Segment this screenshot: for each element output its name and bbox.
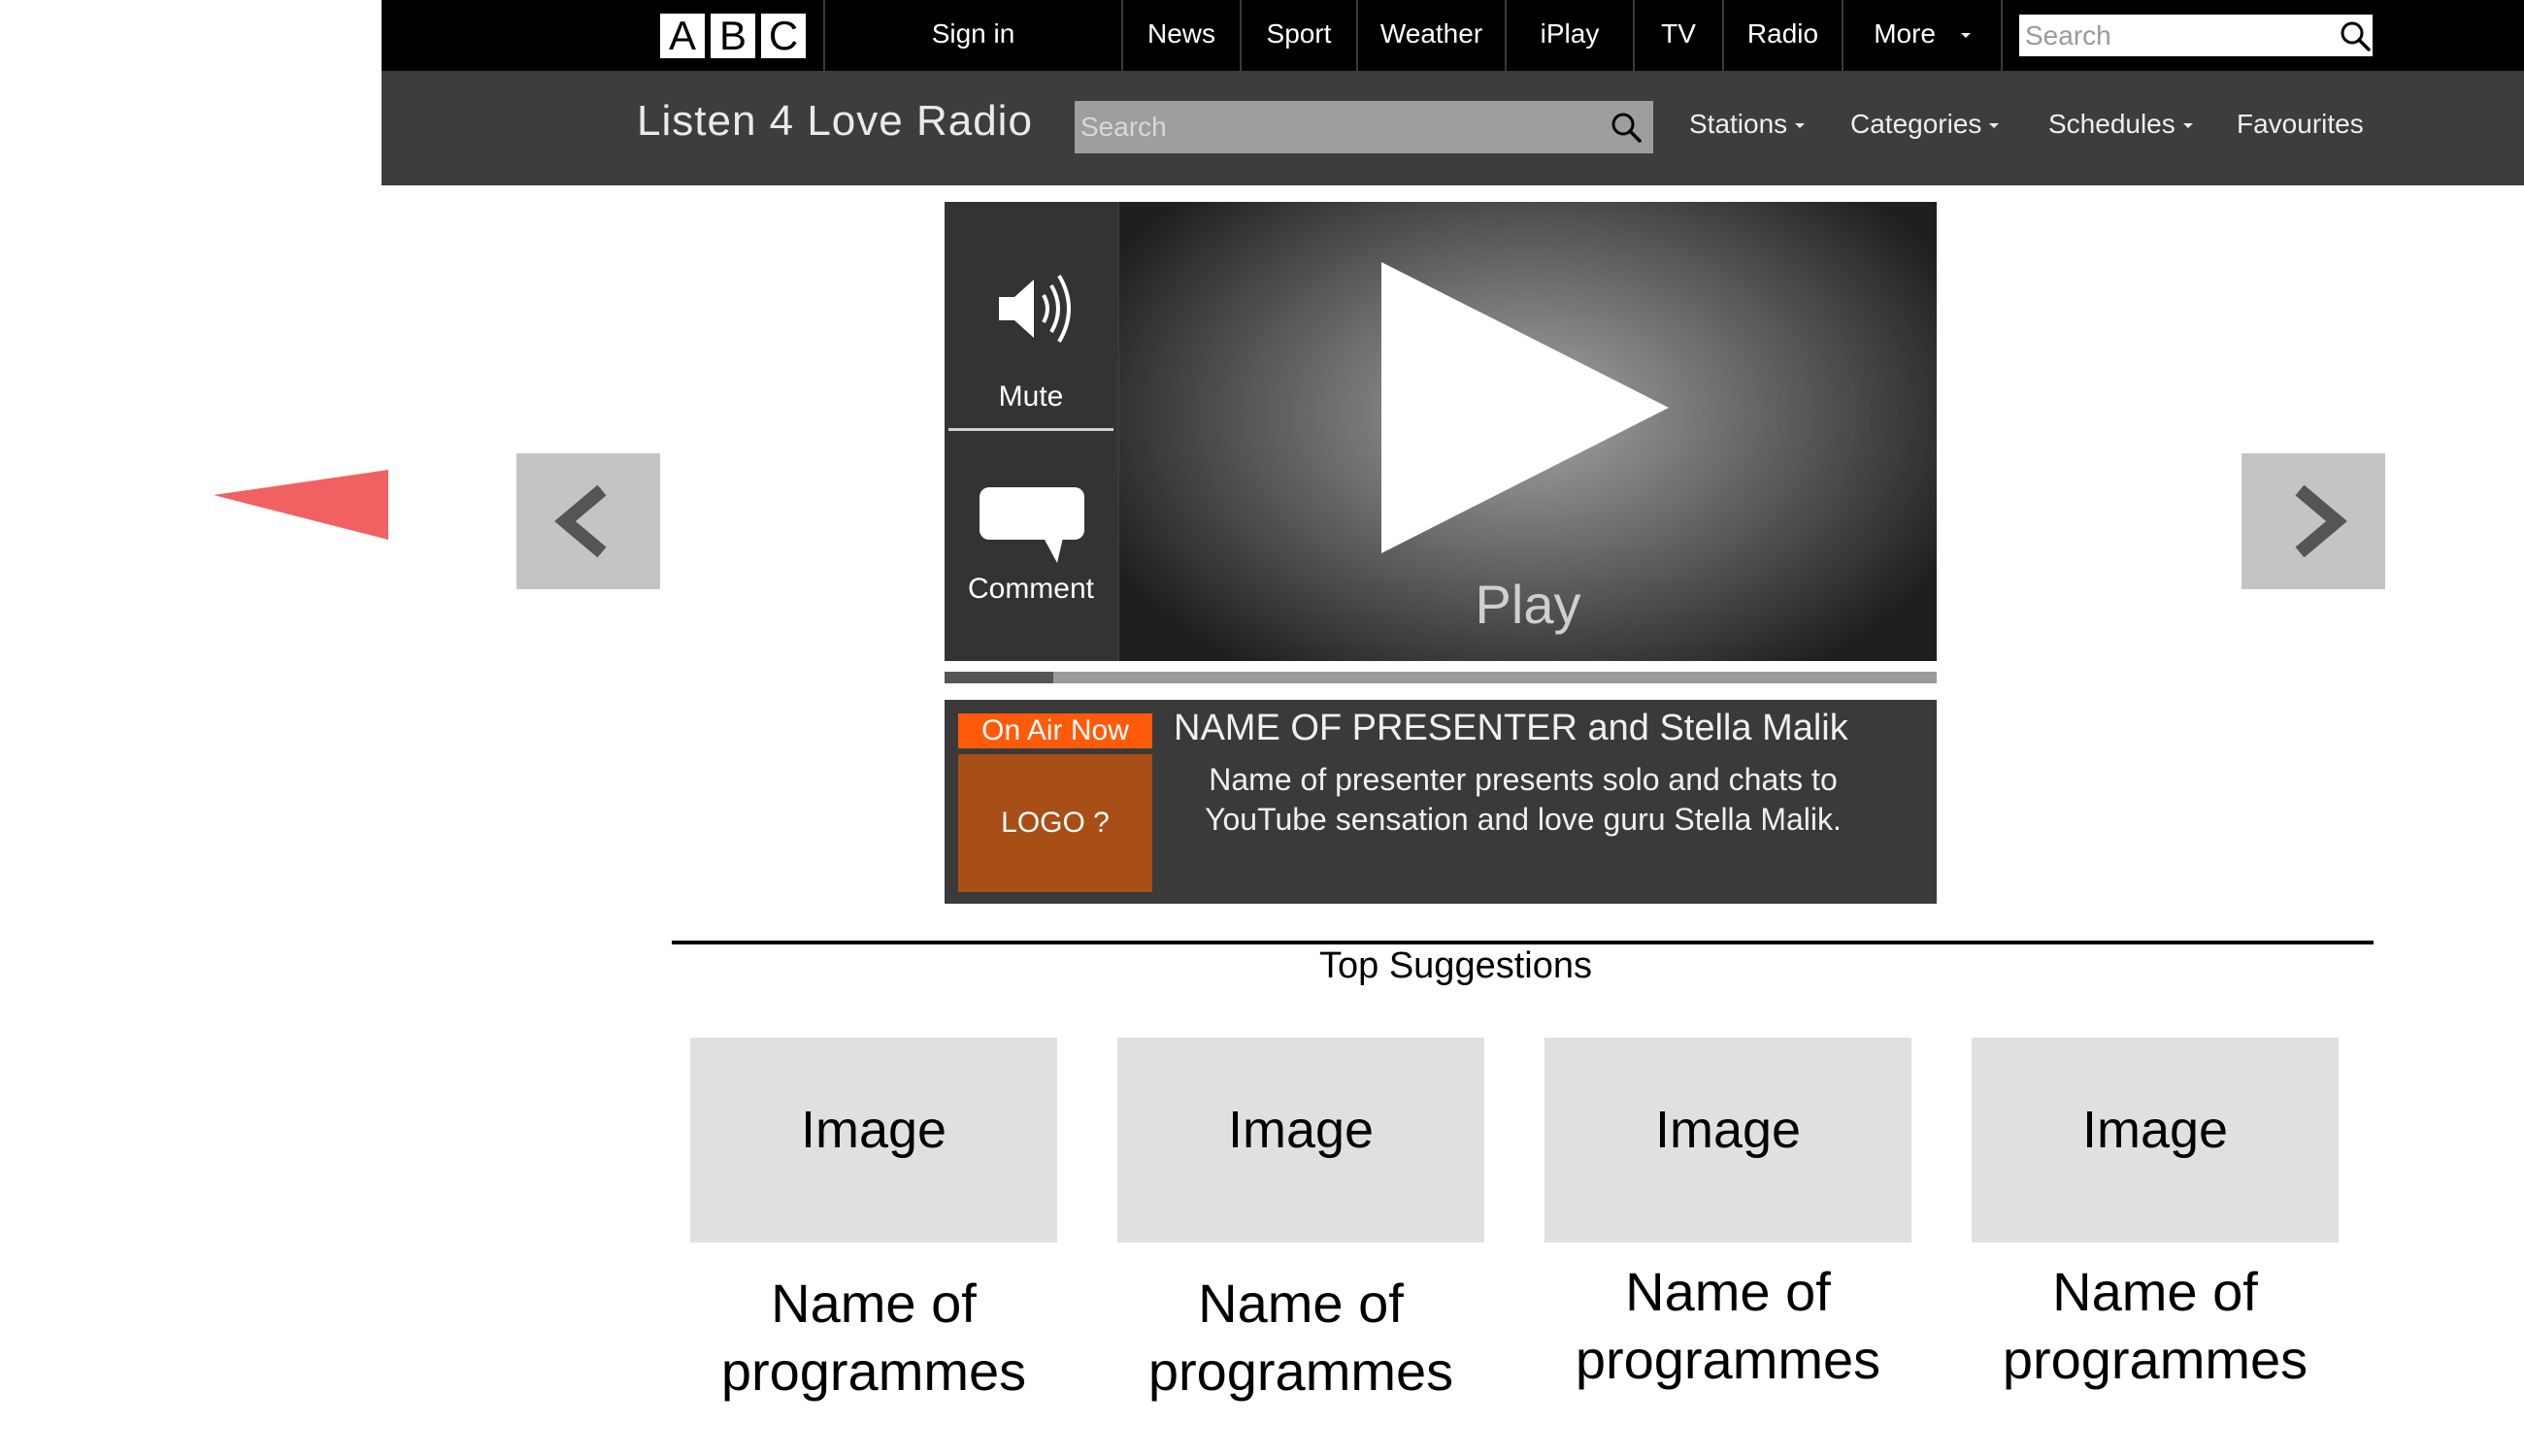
nav-link-weather[interactable]: Weather xyxy=(1358,0,1505,71)
programme-image[interactable]: Image xyxy=(1117,1038,1484,1242)
play-area[interactable]: Play xyxy=(1119,202,1937,661)
programme-description: Name of presenter presents solo and chat… xyxy=(1205,762,1842,837)
pointer-arrow-icon xyxy=(214,470,388,540)
schedules-menu[interactable]: Schedules xyxy=(2048,109,2193,140)
programme-name[interactable]: Name of programmes xyxy=(1972,1258,2339,1394)
global-search-input[interactable] xyxy=(2019,16,2322,55)
nav-link-iplay[interactable]: iPlay xyxy=(1507,0,1633,71)
station-title[interactable]: Listen 4 Love Radio xyxy=(637,97,1033,146)
speaker-icon xyxy=(999,274,1071,344)
suggestion-card[interactable]: Image Name of programmes xyxy=(1544,1026,1911,1394)
nav-link-radio[interactable]: Radio xyxy=(1724,0,1842,71)
stations-menu-label: Stations xyxy=(1689,109,1788,139)
radio-player: Mute Comment Play xyxy=(945,202,1937,661)
nav-link-tv[interactable]: TV xyxy=(1635,0,1722,71)
suggestion-card[interactable]: Image Name of programmes xyxy=(1117,1038,1484,1406)
favourites-link[interactable]: Favourites xyxy=(2237,109,2364,140)
schedules-menu-label: Schedules xyxy=(2048,109,2175,139)
nav-link-more-label: More xyxy=(1874,18,1936,49)
previous-button[interactable] xyxy=(516,453,660,589)
chevron-down-icon xyxy=(1960,33,1971,39)
play-icon xyxy=(1381,262,1669,553)
player-controls: Mute Comment xyxy=(945,202,1117,661)
nav-link-news[interactable]: News xyxy=(1123,0,1240,71)
programme-logo: LOGO ? xyxy=(958,754,1152,892)
search-icon[interactable] xyxy=(2338,18,2373,53)
categories-menu-label: Categories xyxy=(1850,109,1982,139)
chevron-down-icon xyxy=(1989,123,2000,129)
progress-fill xyxy=(945,672,1054,683)
abc-logo[interactable]: A B C xyxy=(660,14,806,58)
programme-name[interactable]: Name of programmes xyxy=(690,1270,1057,1406)
logo-letter: B xyxy=(711,14,755,58)
chevron-right-icon xyxy=(2295,484,2347,558)
on-air-badge: On Air Now xyxy=(958,713,1152,748)
programme-image[interactable]: Image xyxy=(1544,1038,1911,1242)
station-search-box xyxy=(1075,101,1653,153)
programme-name[interactable]: Name of programmes xyxy=(1117,1270,1484,1406)
chevron-left-icon xyxy=(554,484,607,558)
on-air-panel: On Air Now LOGO ? NAME OF PRESENTER and … xyxy=(945,700,1937,904)
programme-title[interactable]: NAME OF PRESENTER and Stella Malik xyxy=(1174,708,1921,749)
mute-label: Mute xyxy=(998,381,1064,413)
suggestions-heading: Top Suggestions xyxy=(1319,945,1592,986)
mute-button[interactable]: Mute xyxy=(945,202,1117,427)
categories-menu[interactable]: Categories xyxy=(1850,109,2000,140)
stations-menu[interactable]: Stations xyxy=(1689,109,1806,140)
speech-bubble-icon xyxy=(980,487,1084,563)
suggestion-card[interactable]: Image Name of programmes xyxy=(690,1038,1057,1406)
nav-divider xyxy=(2001,0,2003,71)
suggestion-card[interactable]: Image Name of programmes xyxy=(1972,1026,2339,1394)
programme-name[interactable]: Name of programmes xyxy=(1544,1258,1911,1394)
comment-label: Comment xyxy=(967,573,1095,605)
nav-link-sport[interactable]: Sport xyxy=(1242,0,1356,71)
logo-letter: C xyxy=(761,14,806,58)
sign-in-link[interactable]: Sign in xyxy=(825,0,1121,71)
programme-image[interactable]: Image xyxy=(690,1038,1057,1242)
play-label: Play xyxy=(1475,574,1581,635)
next-button[interactable] xyxy=(2242,453,2385,589)
logo-letter: A xyxy=(660,14,705,58)
search-icon[interactable] xyxy=(1609,110,1644,145)
nav-link-more[interactable]: More xyxy=(1843,0,2001,71)
programme-image[interactable]: Image xyxy=(1972,1038,2339,1242)
comment-button[interactable]: Comment xyxy=(945,431,1117,661)
progress-bar[interactable] xyxy=(945,672,1937,683)
chevron-down-icon xyxy=(2182,123,2193,129)
global-search-box xyxy=(2019,15,2373,56)
station-search-input[interactable] xyxy=(1075,104,1591,150)
chevron-down-icon xyxy=(1795,123,1806,129)
section-divider xyxy=(672,941,2374,944)
